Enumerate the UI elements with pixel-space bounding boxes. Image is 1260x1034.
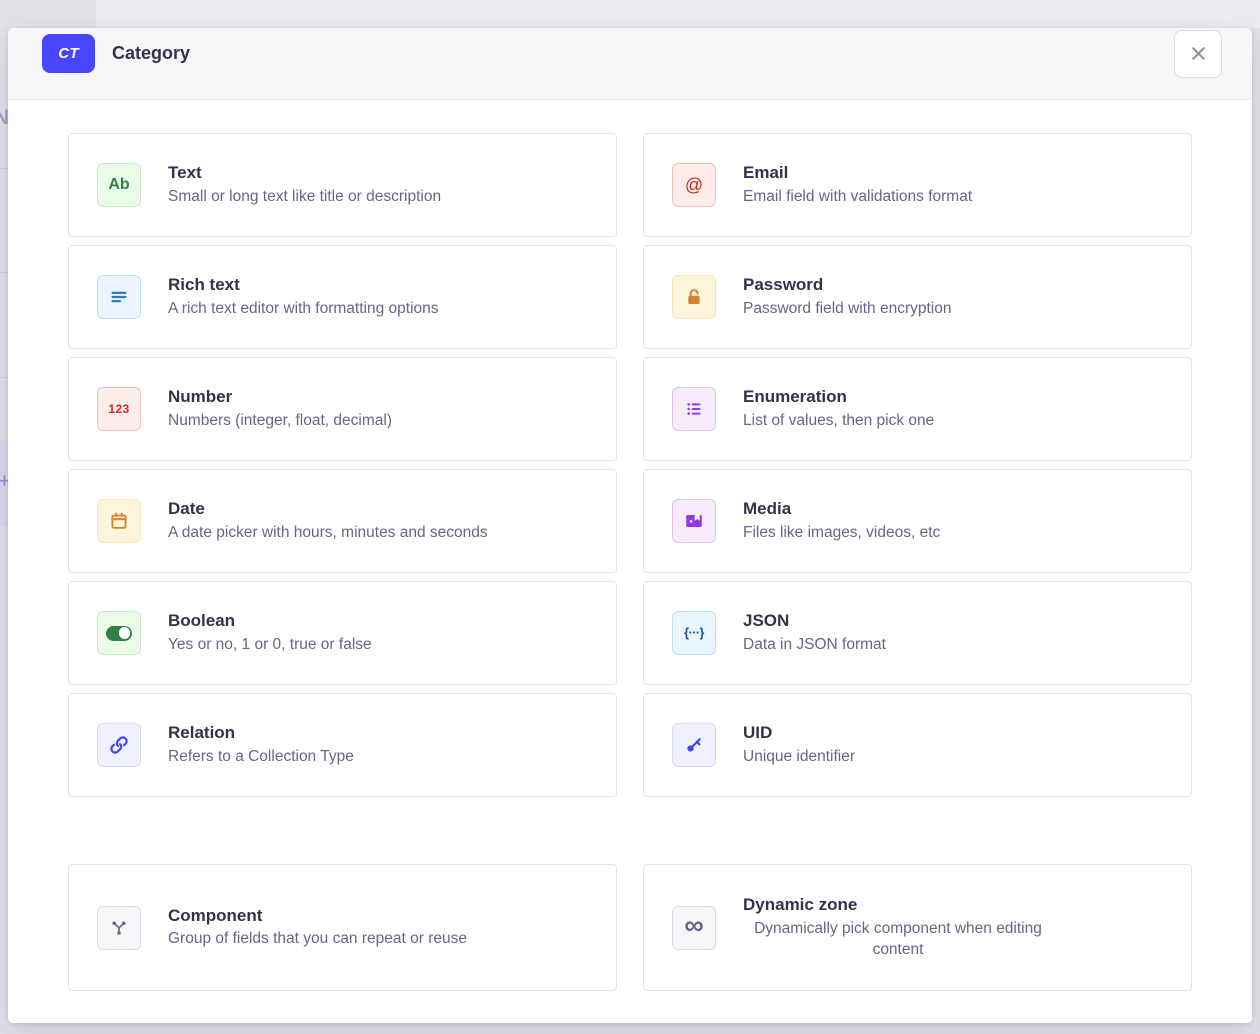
branch-nodes-icon [108,917,130,939]
at-sign-icon: @ [685,175,703,196]
field-icon-tile [97,611,141,655]
backdrop-divider [0,272,8,273]
align-left-icon [108,286,130,308]
field-description: Unique identifier [743,747,1167,768]
content-type-badge: CT [42,34,95,73]
select-field-modal: CT Category Ab Text Small or long text l… [8,28,1252,1023]
field-title: Relation [168,722,592,743]
field-description: Group of fields that you can repeat or r… [168,929,592,950]
field-icon-tile [97,723,141,767]
field-card-dynamiczone[interactable]: ∞ Dynamic zone Dynamically pick componen… [643,864,1192,991]
advanced-fields-grid: Component Group of fields that you can r… [68,864,1192,991]
numbers-123-icon: 123 [108,402,129,416]
ab-text-icon: Ab [108,176,129,194]
field-title: Media [743,498,1167,519]
close-icon [1188,43,1209,64]
field-icon-tile: Ab [97,163,141,207]
lock-icon [683,286,705,308]
field-icon-tile [97,499,141,543]
field-description: A rich text editor with formatting optio… [168,299,592,320]
field-icon-tile: {···} [672,611,716,655]
close-button[interactable] [1174,30,1222,78]
field-title: Enumeration [743,386,1167,407]
field-description: Refers to a Collection Type [168,747,592,768]
field-icon-tile [97,275,141,319]
picture-icon [683,510,705,532]
field-description: Dynamically pick component when editing … [743,919,1053,961]
curly-braces-icon: {···} [684,626,704,640]
field-description: List of values, then pick one [743,411,1167,432]
calendar-icon [108,510,130,532]
field-card-media[interactable]: Media Files like images, videos, etc [643,469,1192,573]
field-title: Rich text [168,274,592,295]
field-title: Password [743,274,1167,295]
field-title: JSON [743,610,1167,631]
field-title: Email [743,162,1167,183]
default-fields-grid: Ab Text Small or long text like title or… [68,133,1192,797]
field-icon-tile [672,723,716,767]
field-card-boolean[interactable]: Boolean Yes or no, 1 or 0, true or false [68,581,617,685]
field-description: Email field with validations format [743,187,1167,208]
infinity-icon: ∞ [684,915,703,937]
field-description: Password field with encryption [743,299,1167,320]
field-icon-tile [672,275,716,319]
field-icon-tile: 123 [97,387,141,431]
field-title: Text [168,162,592,183]
chain-link-icon [108,734,130,756]
field-description: Small or long text like title or descrip… [168,187,592,208]
modal-title: Category [112,43,190,64]
field-description: Numbers (integer, float, decimal) [168,411,592,432]
field-card-date[interactable]: Date A date picker with hours, minutes a… [68,469,617,573]
field-icon-tile [672,499,716,543]
modal-header: CT Category [8,28,1252,100]
field-title: UID [743,722,1167,743]
field-icon-tile [672,387,716,431]
backdrop-divider [0,168,8,169]
field-card-relation[interactable]: Relation Refers to a Collection Type [68,693,617,797]
field-title: Boolean [168,610,592,631]
field-icon-tile: ∞ [672,906,716,950]
field-title: Date [168,498,592,519]
field-card-number[interactable]: 123 Number Numbers (integer, float, deci… [68,357,617,461]
field-title: Number [168,386,592,407]
backdrop-divider [0,377,8,378]
field-icon-tile [97,906,141,950]
field-title: Dynamic zone [743,894,1167,915]
backdrop-top-band [96,0,1260,28]
field-icon-tile: @ [672,163,716,207]
field-title: Component [168,905,592,926]
field-description: Data in JSON format [743,635,1167,656]
field-card-password[interactable]: Password Password field with encryption [643,245,1192,349]
field-card-email[interactable]: @ Email Email field with validations for… [643,133,1192,237]
field-card-json[interactable]: {···} JSON Data in JSON format [643,581,1192,685]
field-type-list: Ab Text Small or long text like title or… [8,100,1252,1023]
bullet-list-icon [683,398,705,420]
field-description: A date picker with hours, minutes and se… [168,523,592,544]
field-card-uid[interactable]: UID Unique identifier [643,693,1192,797]
field-card-text[interactable]: Ab Text Small or long text like title or… [68,133,617,237]
toggle-on-icon [106,626,132,641]
field-card-richtext[interactable]: Rich text A rich text editor with format… [68,245,617,349]
field-description: Files like images, videos, etc [743,523,1167,544]
field-card-component[interactable]: Component Group of fields that you can r… [68,864,617,991]
key-icon [683,734,705,756]
field-description: Yes or no, 1 or 0, true or false [168,635,592,656]
field-card-enumeration[interactable]: Enumeration List of values, then pick on… [643,357,1192,461]
